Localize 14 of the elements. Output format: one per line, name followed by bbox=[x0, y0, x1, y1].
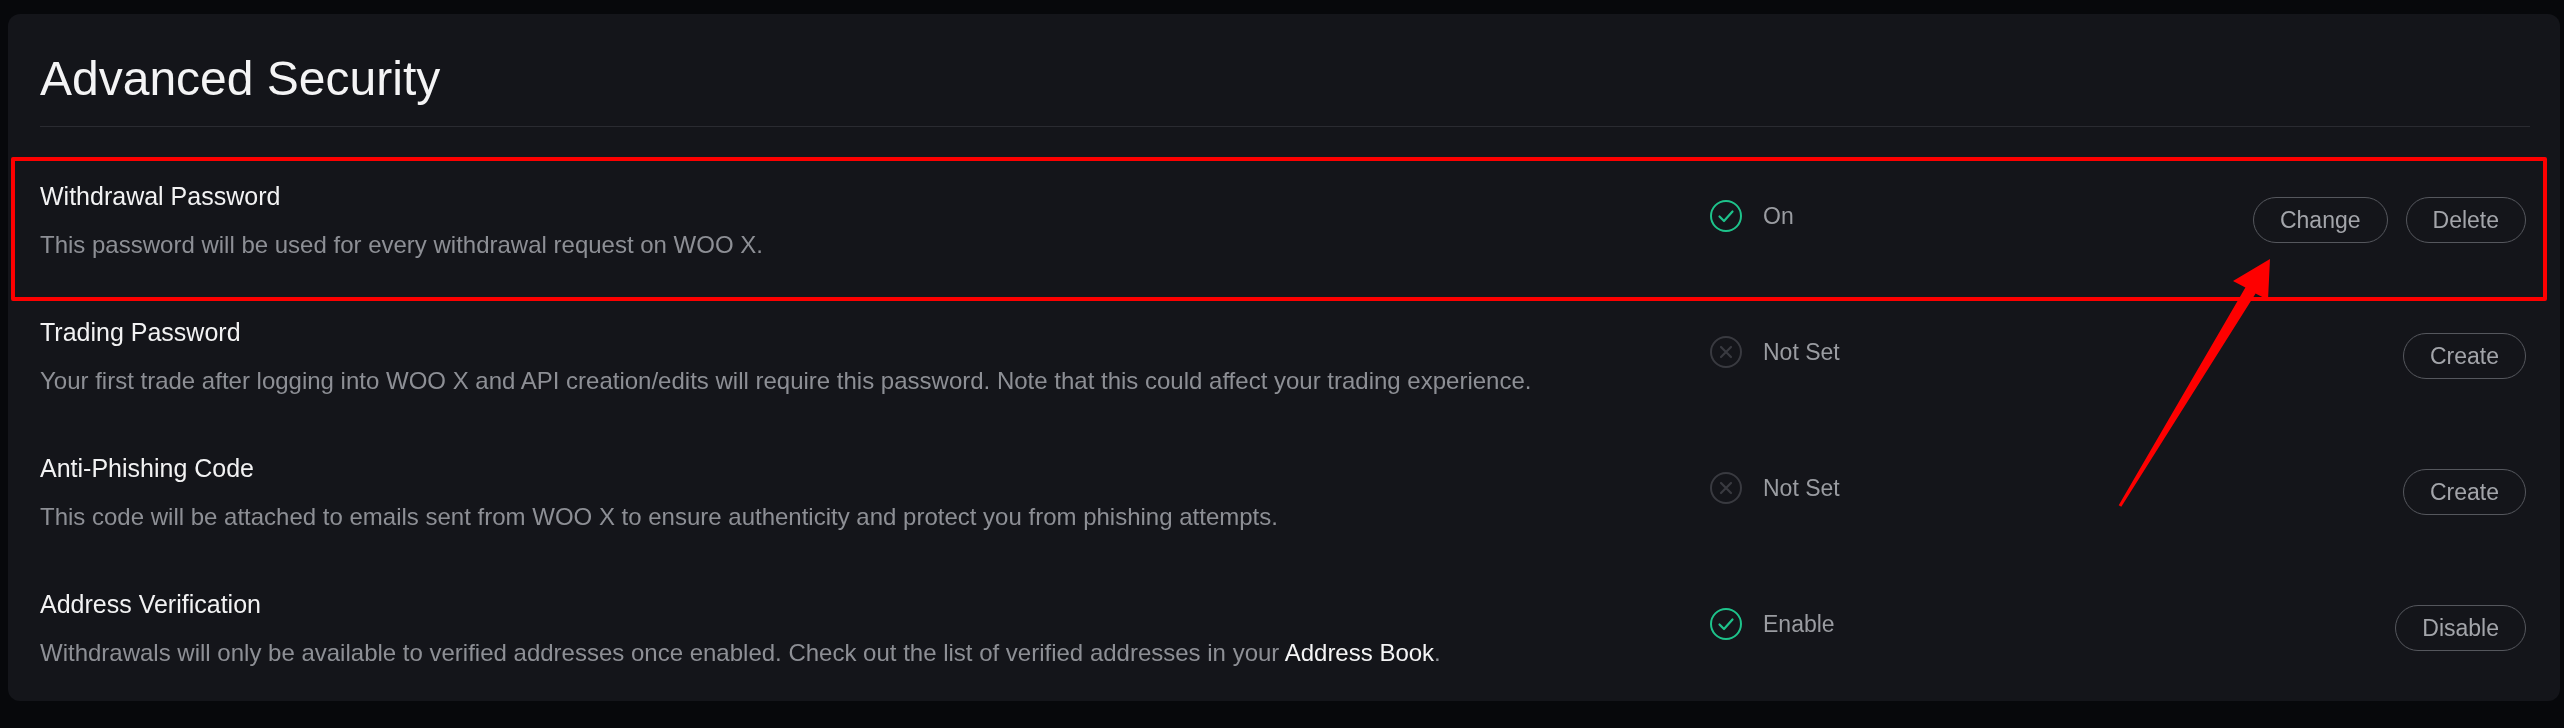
status-label: Enable bbox=[1763, 610, 1835, 639]
setting-description: This password will be used for every withdrawal request on WOO X. bbox=[40, 230, 763, 260]
setting-title: Trading Password bbox=[40, 317, 241, 348]
section-title: Advanced Security bbox=[40, 51, 441, 107]
setting-title: Address Verification bbox=[40, 589, 261, 620]
setting-description: Withdrawals will only be available to verified addresses once enabled. Check out the list of verified addresses in your Address Book. bbox=[40, 638, 1441, 668]
status-label: Not Set bbox=[1763, 338, 1840, 367]
setting-title: Anti-Phishing Code bbox=[40, 453, 254, 484]
description-link[interactable]: Address Book bbox=[1284, 639, 1435, 666]
setting-description: Your first trade after logging into WOO X and API creation/edits will require this password. Note that this could affect your trading experience. bbox=[40, 366, 1532, 396]
status-label: On bbox=[1763, 202, 1794, 231]
status-label: Not Set bbox=[1763, 474, 1840, 503]
setting-title: Withdrawal Password bbox=[40, 181, 281, 212]
setting-description: This code will be attached to emails sent from WOO X to ensure authenticity and protect you from phishing attempts. bbox=[40, 502, 1278, 532]
